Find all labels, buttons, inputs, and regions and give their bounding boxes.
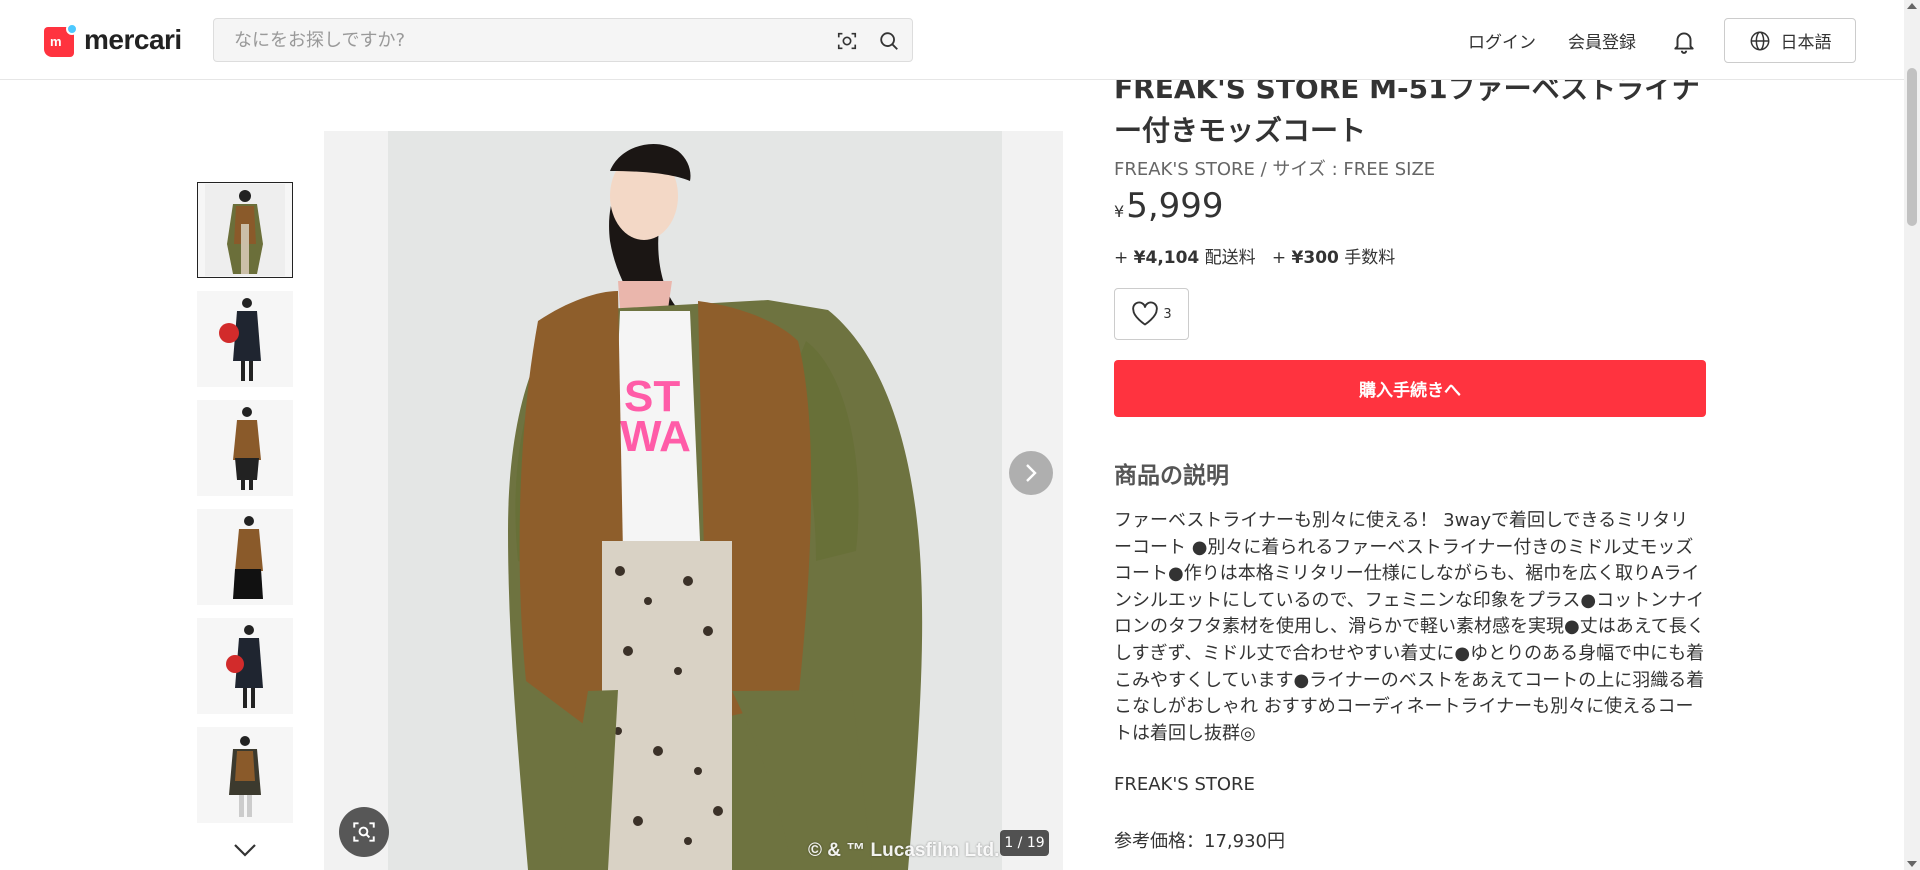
signup-link[interactable]: 会員登録 [1568,28,1636,53]
image-search-button[interactable] [339,807,389,857]
thumbnail-2[interactable] [197,291,293,387]
description-text: ファーベストライナーも別々に使える！ 3wayで着回しできるミリタリーコート ●… [1114,510,1705,744]
brand-line: FREAK'S STORE [1114,774,1255,795]
language-button[interactable]: 日本語 [1724,18,1856,63]
login-link[interactable]: ログイン [1468,28,1536,53]
thumbnail-image [205,620,285,712]
search-box [213,18,913,62]
globe-icon [1750,31,1769,50]
lens-icon [353,822,375,842]
thumbnail-image [205,402,285,494]
like-button[interactable]: 3 [1114,288,1189,340]
purchase-button[interactable]: 購入手続きへ [1114,360,1706,417]
copyright-watermark: © & ™ Lucasfilm Ltd. [808,840,1000,861]
search-input[interactable] [214,19,814,61]
thumbnail-6[interactable] [197,727,293,823]
search-icon[interactable] [878,30,900,52]
price-value: 5,999 [1126,186,1224,226]
description-heading: 商品の説明 [1114,463,1229,489]
svg-text:WA: WA [620,412,691,461]
next-image-button[interactable] [1009,451,1053,495]
thumbnail-3[interactable] [197,400,293,496]
fees-line: + ¥4,104 配送料 + ¥300 手数料 [1114,243,1395,268]
heart-icon [1132,301,1159,326]
chevron-down-icon[interactable] [233,842,257,858]
scroll-down-arrow[interactable] [1907,861,1917,867]
scroll-up-arrow[interactable] [1907,3,1917,9]
logo-text: mercari [84,24,182,55]
product-price: ¥ 5,999 [1114,186,1224,226]
product-photo: ST WA [388,131,1002,870]
chevron-right-icon [1026,464,1037,482]
thumbnail-list [197,182,293,836]
page-scrollbar[interactable] [1904,0,1920,870]
mercari-logo-icon: m [44,23,78,57]
reference-price: 参考価格：17,930円 [1114,831,1285,852]
image-counter: 1 / 19 [1000,830,1049,856]
thumbnail-image [205,184,285,276]
thumbnail-image [205,511,285,603]
bell-icon[interactable] [1671,28,1697,54]
product-subtitle: FREAK'S STORE / サイズ : FREE SIZE [1114,159,1436,180]
scrollbar-thumb[interactable] [1907,68,1917,226]
thumbnail-1[interactable] [197,182,293,278]
site-header: m mercari ログイン 会員登録 日本語 [0,0,1904,80]
currency-symbol: ¥ [1114,202,1125,221]
product-title: FREAK'S STORE M-51ファーベストライナー付きモッズコート [1114,72,1700,147]
fee-prefix: + [1271,248,1292,268]
thumbnail-image [205,293,285,385]
like-count: 3 [1163,306,1172,322]
shipping-amount: ¥4,104 [1133,248,1200,268]
thumbnail-4[interactable] [197,509,293,605]
fee-label: 手数料 [1338,248,1396,268]
fee-amount: ¥300 [1291,248,1339,268]
shipping-label: 配送料 [1199,248,1256,268]
image-search-icon[interactable] [836,30,858,52]
main-product-image[interactable]: ST WA [324,131,1063,870]
thumbnail-image [205,729,285,821]
thumbnail-5[interactable] [197,618,293,714]
mercari-logo[interactable]: m mercari [44,23,182,57]
shipping-prefix: + [1114,248,1134,268]
language-label: 日本語 [1780,33,1832,53]
